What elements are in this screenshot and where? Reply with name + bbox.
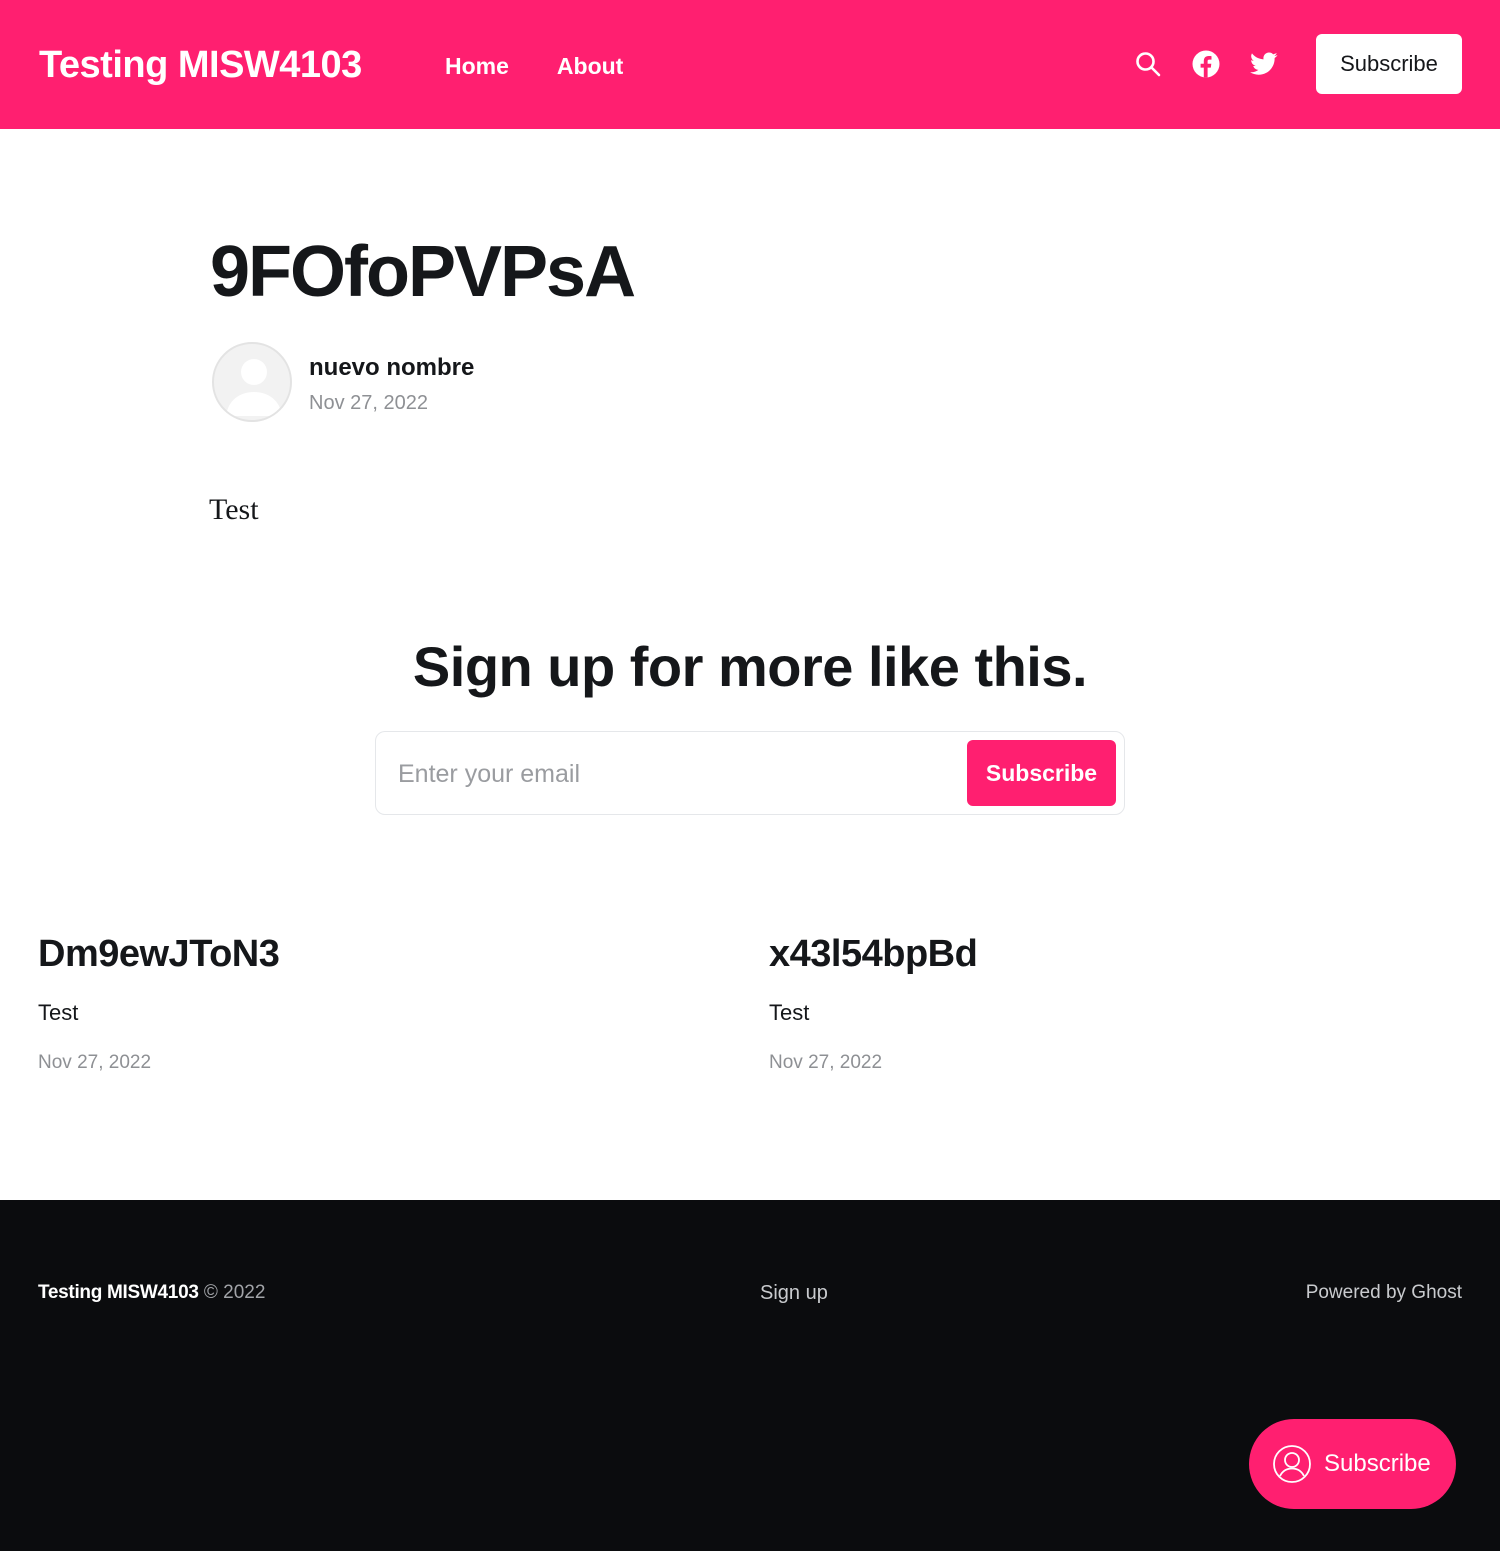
related-post-excerpt: Test bbox=[38, 1000, 79, 1025]
related-post-date: Nov 27, 2022 bbox=[769, 1052, 883, 1073]
powered-by-ghost-link[interactable]: Powered by Ghost bbox=[1306, 1280, 1462, 1306]
email-field[interactable] bbox=[398, 754, 958, 794]
footer-copyright-year: © 2022 bbox=[203, 1282, 266, 1303]
footer-signup-link[interactable]: Sign up bbox=[760, 1280, 828, 1306]
twitter-icon[interactable] bbox=[1250, 44, 1278, 84]
author-name-link[interactable]: nuevo nombre bbox=[309, 352, 474, 384]
footer-copyright: Testing MISW4103 © 2022 bbox=[38, 1280, 265, 1306]
article-body: Test bbox=[209, 493, 259, 526]
related-post-title[interactable]: Dm9ewJToN3 bbox=[38, 928, 638, 980]
site-header: Testing MISW4103 Home About Subscribe bbox=[0, 0, 1500, 129]
related-post-date: Nov 27, 2022 bbox=[38, 1052, 152, 1073]
site-brand-link[interactable]: Testing MISW4103 bbox=[39, 40, 362, 90]
header-subscribe-button[interactable]: Subscribe bbox=[1316, 34, 1462, 94]
cta-title: Sign up for more like this. bbox=[412, 635, 1088, 698]
related-post-title[interactable]: x43l54bpBd bbox=[769, 928, 1369, 980]
footer-brand-link[interactable]: Testing MISW4103 bbox=[38, 1282, 199, 1303]
header-icons bbox=[1134, 44, 1278, 84]
signup-form: Subscribe bbox=[375, 731, 1125, 815]
related-post-card[interactable]: x43l54bpBd Test Nov 27, 2022 bbox=[769, 928, 1369, 1076]
nav-item-about[interactable]: About bbox=[557, 48, 623, 84]
related-post-card[interactable]: Dm9ewJToN3 Test Nov 27, 2022 bbox=[38, 928, 638, 1076]
author-avatar[interactable] bbox=[212, 342, 292, 422]
main-nav: Home About bbox=[445, 48, 623, 84]
user-circle-icon bbox=[1272, 1444, 1312, 1484]
facebook-icon[interactable] bbox=[1192, 44, 1220, 84]
cta-subscribe-button[interactable]: Subscribe bbox=[967, 740, 1116, 806]
related-post-excerpt: Test bbox=[769, 1000, 810, 1025]
portal-subscribe-button[interactable]: Subscribe bbox=[1249, 1419, 1456, 1509]
portal-subscribe-label: Subscribe bbox=[1324, 1450, 1431, 1477]
nav-item-home[interactable]: Home bbox=[445, 48, 509, 84]
search-icon[interactable] bbox=[1134, 44, 1162, 84]
post-date: Nov 27, 2022 bbox=[309, 392, 428, 414]
article-title: 9FOfoPVPsA bbox=[210, 232, 636, 312]
